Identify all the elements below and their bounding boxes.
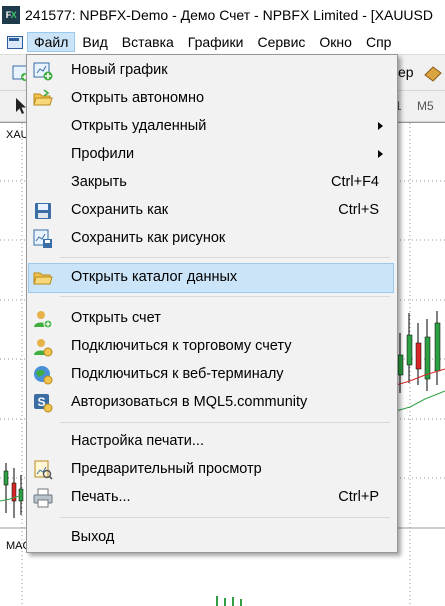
menu-bar: Файл Вид Вставка Графики Сервис Окно Спр bbox=[0, 30, 445, 55]
menu-help[interactable]: Спр bbox=[359, 32, 398, 52]
mql5-community-icon: S bbox=[34, 394, 53, 413]
menu-item-label: Предварительный просмотр bbox=[71, 461, 262, 477]
print-preview-icon bbox=[34, 460, 53, 480]
menu-item-exit[interactable]: Выход bbox=[29, 524, 393, 552]
menu-separator bbox=[60, 257, 390, 258]
menu-insert[interactable]: Вставка bbox=[115, 32, 181, 52]
right-candles bbox=[397, 311, 441, 393]
save-picture-icon bbox=[33, 229, 52, 248]
menu-item-open-data-folder[interactable]: Открыть каталог данных bbox=[28, 263, 394, 293]
menu-item-shortcut: Ctrl+F4 bbox=[331, 174, 379, 190]
menu-item-label: Профили bbox=[71, 146, 135, 162]
submenu-arrow-icon bbox=[378, 150, 383, 158]
menu-separator bbox=[60, 296, 390, 297]
menu-item-label: Закрыть bbox=[71, 174, 127, 190]
menu-item-close[interactable]: Закрыть Ctrl+F4 bbox=[29, 169, 393, 197]
open-folder-icon bbox=[33, 89, 53, 106]
menu-item-print[interactable]: Печать... Ctrl+P bbox=[29, 484, 393, 512]
title-bar: FX 241577: NPBFX-Demo - Демо Счет - NPBF… bbox=[0, 0, 445, 30]
web-terminal-icon bbox=[34, 366, 53, 385]
menu-item-label: Открыть счет bbox=[71, 310, 161, 326]
menu-item-label: Открыть автономно bbox=[71, 90, 205, 106]
menu-item-label: Сохранить как bbox=[71, 202, 169, 218]
menu-item-label: Новый график bbox=[71, 62, 168, 78]
menu-view[interactable]: Вид bbox=[75, 32, 114, 52]
menu-item-open-remote[interactable]: Открыть удаленный bbox=[29, 113, 393, 141]
menu-item-label: Печать... bbox=[71, 489, 131, 505]
printer-icon bbox=[33, 488, 53, 508]
menu-item-save-as[interactable]: Сохранить как Ctrl+S bbox=[29, 197, 393, 225]
menu-item-label: Подключиться к веб-терминалу bbox=[71, 366, 284, 382]
menu-item-label: Подключиться к торговому счету bbox=[71, 338, 292, 354]
window-title: 241577: NPBFX-Demo - Демо Счет - NPBFX L… bbox=[25, 7, 433, 23]
menu-item-mql5-community[interactable]: S Авторизоваться в MQL5.community bbox=[29, 389, 393, 417]
menu-item-label: Открыть удаленный bbox=[71, 118, 207, 134]
new-chart-icon bbox=[33, 62, 53, 81]
open-account-icon bbox=[34, 311, 53, 329]
menu-separator bbox=[60, 422, 390, 423]
submenu-arrow-icon bbox=[378, 122, 383, 130]
menu-item-shortcut: Ctrl+S bbox=[338, 202, 379, 218]
menu-separator bbox=[60, 517, 390, 518]
left-candles bbox=[3, 463, 24, 518]
menu-tools[interactable]: Сервис bbox=[250, 32, 312, 52]
menu-window[interactable]: Окно bbox=[312, 32, 359, 52]
menu-item-login-trade-account[interactable]: Подключиться к торговому счету bbox=[29, 333, 393, 361]
menu-item-label: Настройка печати... bbox=[71, 433, 204, 449]
menu-charts[interactable]: Графики bbox=[181, 32, 251, 52]
save-icon bbox=[35, 203, 51, 219]
timeframe-m5-button[interactable]: M5 bbox=[417, 99, 434, 113]
menu-item-label: Сохранить как рисунок bbox=[71, 230, 226, 246]
folder-icon bbox=[33, 272, 53, 285]
menu-item-label: Выход bbox=[71, 529, 115, 545]
algo-trading-icon[interactable] bbox=[423, 63, 443, 83]
menu-item-label: Открыть каталог данных bbox=[71, 269, 238, 285]
menu-item-profiles[interactable]: Профили bbox=[29, 141, 393, 169]
menu-item-save-as-picture[interactable]: Сохранить как рисунок bbox=[29, 225, 393, 253]
menu-item-open-offline[interactable]: Открыть автономно bbox=[29, 85, 393, 113]
menu-item-open-account[interactable]: Открыть счет bbox=[29, 305, 393, 333]
file-menu-dropdown: Новый график Открыть автономно Открыть у… bbox=[26, 54, 398, 553]
app-logo-icon: FX bbox=[2, 6, 20, 24]
menu-file[interactable]: Файл bbox=[27, 32, 76, 52]
login-account-icon bbox=[34, 339, 53, 357]
menu-item-login-web-terminal[interactable]: Подключиться к веб-терминалу bbox=[29, 361, 393, 389]
menu-item-new-chart[interactable]: Новый график bbox=[29, 57, 393, 85]
menu-item-label: Авторизоваться в MQL5.community bbox=[71, 394, 308, 410]
menu-item-shortcut: Ctrl+P bbox=[338, 489, 379, 505]
toolbar-partial-label: ер bbox=[398, 64, 414, 80]
menu-item-print-setup[interactable]: Настройка печати... bbox=[29, 428, 393, 456]
window-system-icon[interactable] bbox=[5, 33, 25, 51]
menu-item-print-preview[interactable]: Предварительный просмотр bbox=[29, 456, 393, 484]
